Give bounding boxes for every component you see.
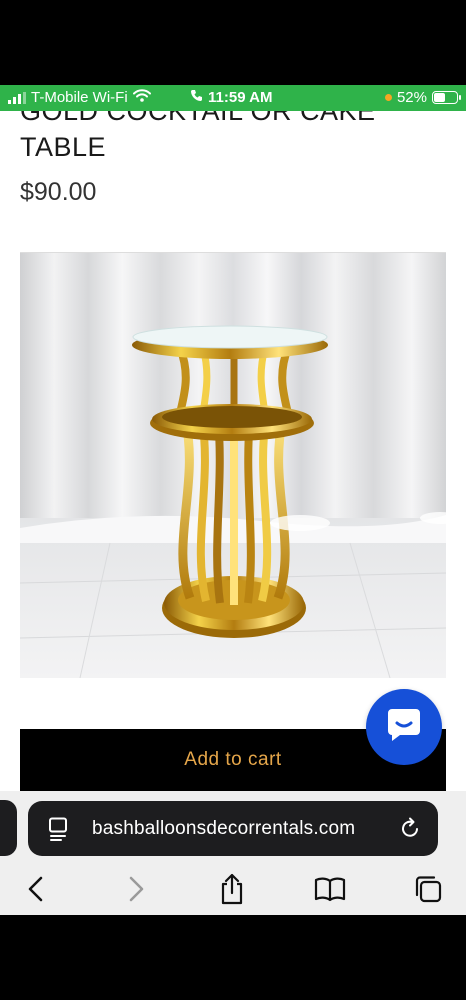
tabs-icon[interactable] (411, 872, 445, 906)
privacy-dot-icon (384, 94, 392, 101)
signal-icon (8, 91, 26, 104)
top-frame (0, 0, 466, 85)
battery-icon (432, 91, 461, 104)
status-bar: T-Mobile Wi-Fi 11:59 AM 52% (0, 85, 466, 111)
clock-time: 11:59 AM (208, 89, 273, 106)
carrier-label: T-Mobile Wi-Fi (31, 89, 128, 106)
chat-bubble-icon (384, 705, 424, 750)
phone-icon (190, 89, 203, 106)
product-title: TABLE (20, 132, 107, 162)
product-image[interactable] (20, 253, 446, 678)
browser-toolbar (0, 862, 466, 915)
battery-percent: 52% (396, 89, 427, 106)
reload-icon[interactable] (400, 816, 422, 845)
page-format-icon[interactable] (48, 817, 70, 846)
share-icon[interactable] (215, 872, 249, 906)
bookmarks-icon[interactable] (313, 872, 347, 906)
wifi-icon (132, 89, 151, 106)
product-price: $90.00 (20, 178, 97, 206)
bottom-frame (0, 915, 466, 1000)
back-icon[interactable] (19, 872, 53, 906)
chat-button[interactable] (366, 689, 442, 765)
previous-tab-peek[interactable] (0, 800, 17, 856)
address-bar[interactable]: bashballoonsdecorrentals.com (28, 801, 438, 856)
url-text[interactable]: bashballoonsdecorrentals.com (92, 818, 355, 840)
forward-icon[interactable] (119, 872, 153, 906)
